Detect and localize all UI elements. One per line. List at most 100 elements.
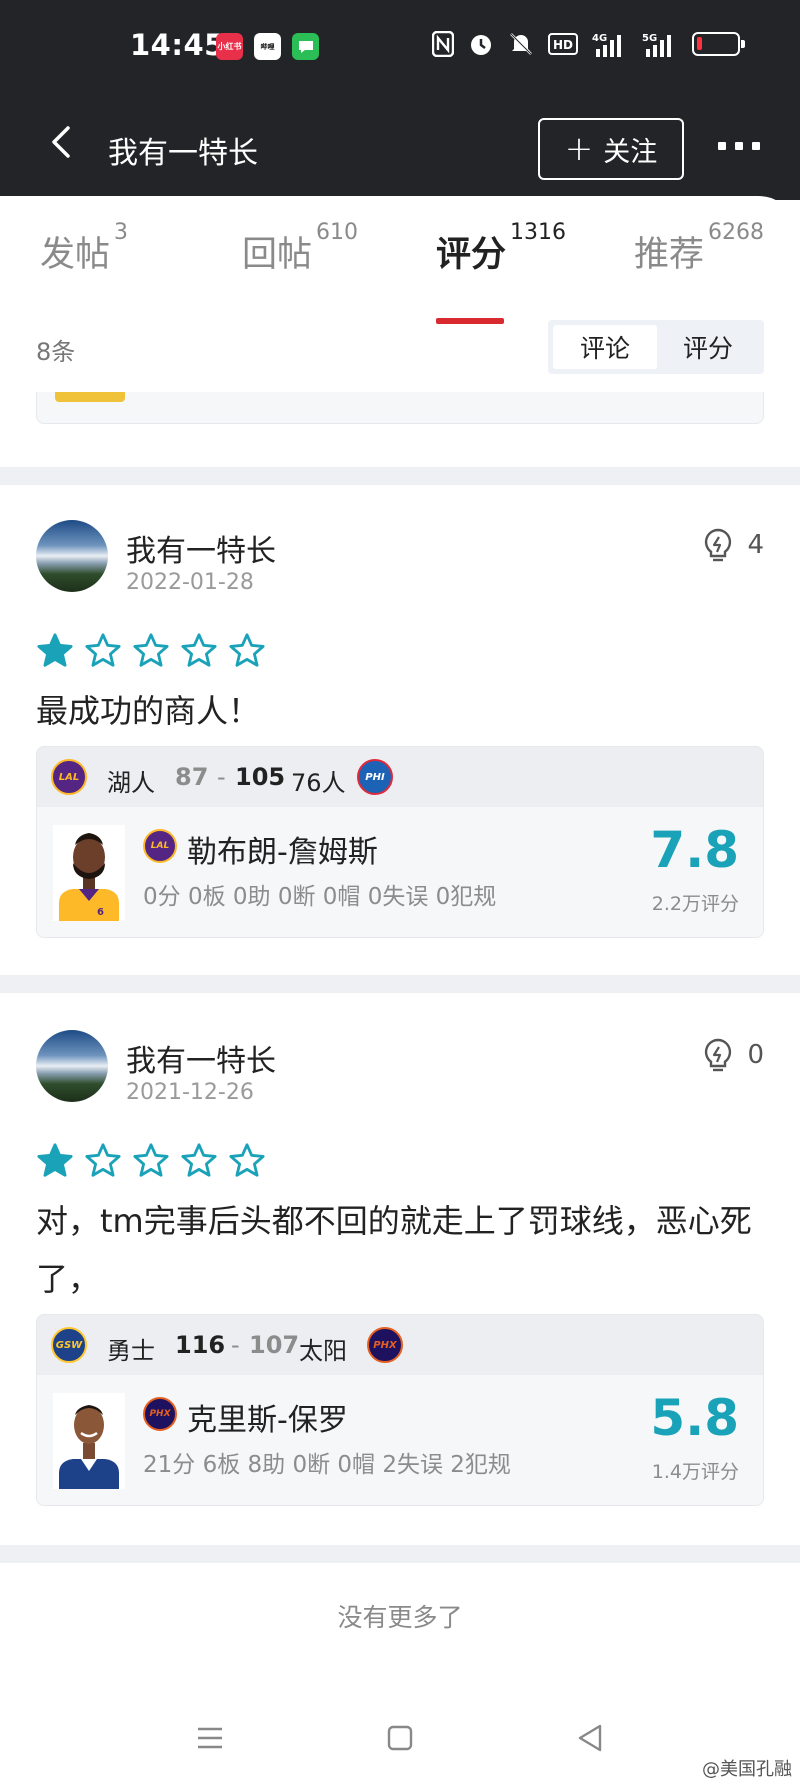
tab-label: 评分 xyxy=(436,235,507,275)
svg-text:6: 6 xyxy=(97,907,104,918)
tab-label: 回帖 xyxy=(242,235,313,275)
rating-count: 2.2万评分 xyxy=(651,893,739,915)
back-triangle-icon[interactable] xyxy=(570,1718,610,1758)
signal-5g-icon: 5G xyxy=(642,30,678,58)
star-empty-icon xyxy=(181,633,217,667)
lakers-logo-icon: LAL xyxy=(143,829,177,863)
away-team: 太阳 xyxy=(299,1337,347,1365)
rating-post: 我有一特长 2022-01-28 4 最成功的商人！ LAL 湖人 87 - 1… xyxy=(0,520,800,980)
post-text: 对，tm完事后头都不回的就走上了罚球线，恶心死了， xyxy=(36,1202,752,1298)
warriors-logo-icon: GSW xyxy=(51,1327,87,1363)
star-empty-icon xyxy=(181,1143,217,1177)
svg-text:4G: 4G xyxy=(592,33,607,44)
tab-count: 1316 xyxy=(510,220,567,245)
like-count: 4 xyxy=(747,530,764,560)
star-empty-icon xyxy=(85,1143,121,1177)
battery-level xyxy=(697,37,702,50)
home-score: 116 xyxy=(175,1331,226,1359)
segment-comment[interactable]: 评论 xyxy=(553,325,657,369)
svg-text:5G: 5G xyxy=(642,33,657,44)
tab-label: 发帖 xyxy=(40,235,111,275)
player-photo: 6 xyxy=(53,825,125,921)
star-rating xyxy=(36,1142,266,1180)
profile-tabs: 发帖3 回帖610 评分1316 推荐6268 xyxy=(0,220,800,324)
app-header: 我有一特长 + 关注 xyxy=(0,100,800,200)
notif-message-icon xyxy=(292,33,319,60)
sixers-logo-icon: PHI xyxy=(357,759,393,795)
section-divider xyxy=(0,975,800,993)
status-bar: 14:45 小红书 哔哩 HD 4G 5G xyxy=(0,22,800,70)
system-nav-bar xyxy=(0,1700,800,1780)
tab-ratings[interactable]: 评分1316 xyxy=(436,220,566,277)
post-username[interactable]: 我有一特长 xyxy=(126,526,276,570)
star-filled-icon xyxy=(37,1143,73,1177)
home-square-icon[interactable] xyxy=(380,1718,420,1758)
away-team: 76人 xyxy=(291,769,346,797)
rating-count: 1.4万评分 xyxy=(651,1461,739,1483)
section-divider xyxy=(0,467,800,485)
tab-recommend[interactable]: 推荐6268 xyxy=(634,220,764,277)
lakers-logo-icon: LAL xyxy=(51,759,87,795)
game-score-row: LAL 湖人 87 - 105 76人 PHI xyxy=(37,747,763,807)
post-username[interactable]: 我有一特长 xyxy=(126,1036,276,1080)
no-more-label: 没有更多了 xyxy=(337,1603,463,1632)
item-count: 8条 xyxy=(36,338,76,366)
svg-text:HD: HD xyxy=(553,38,573,52)
page-title: 我有一特长 xyxy=(108,136,258,171)
suns-logo-icon: PHX xyxy=(143,1397,177,1431)
tab-posts[interactable]: 发帖3 xyxy=(40,220,128,277)
star-empty-icon xyxy=(133,1143,169,1177)
avatar[interactable] xyxy=(36,1030,108,1102)
segment-rating[interactable]: 评分 xyxy=(656,325,760,369)
star-empty-icon xyxy=(229,633,265,667)
tab-replies[interactable]: 回帖610 xyxy=(242,220,358,277)
alarm-icon xyxy=(468,30,494,58)
mute-icon xyxy=(508,30,534,58)
player-rating: 5.8 xyxy=(650,1389,739,1447)
player-rating: 7.8 xyxy=(650,821,739,879)
player-stats: 0分 0板 0助 0断 0帽 0失误 0犯规 xyxy=(143,884,497,910)
follow-button[interactable]: + 关注 xyxy=(538,118,684,180)
tab-count: 6268 xyxy=(708,220,765,245)
star-empty-icon xyxy=(85,633,121,667)
star-empty-icon xyxy=(133,633,169,667)
tab-count: 3 xyxy=(114,220,129,245)
tab-label: 推荐 xyxy=(634,235,705,275)
notif-app-icon: 小红书 xyxy=(216,33,243,60)
back-arrow-icon[interactable] xyxy=(44,124,80,160)
like-button[interactable]: 4 xyxy=(703,528,764,562)
nfc-icon xyxy=(432,30,454,58)
game-rating-card[interactable]: LAL 湖人 87 - 105 76人 PHI 6 LAL 勒布朗-詹姆斯 0分… xyxy=(36,746,764,938)
rating-post: 我有一特长 2021-12-26 0 对，tm完事后头都不回的就走上了罚球线，恶… xyxy=(0,1030,800,1550)
player-stats: 21分 6板 8助 0断 0帽 2失误 2犯规 xyxy=(143,1452,511,1478)
post-text: 最成功的商人！ xyxy=(36,692,261,730)
post-date: 2021-12-26 xyxy=(126,1080,254,1105)
game-rating-card[interactable]: GSW 勇士 116 - 107 太阳 PHX PHX 克里斯-保罗 21分 6… xyxy=(36,1314,764,1506)
lightbulb-icon xyxy=(705,528,732,562)
player-name: 勒布朗-詹姆斯 xyxy=(187,835,378,870)
suns-logo-icon: PHX xyxy=(367,1327,403,1363)
lightbulb-icon xyxy=(705,1038,732,1072)
player-rating-row: PHX 克里斯-保罗 21分 6板 8助 0断 0帽 2失误 2犯规 5.8 1… xyxy=(37,1375,763,1505)
profile-ratings-page: 14:45 小红书 哔哩 HD 4G 5G 我有一特长 + 关注 发帖3 回帖6… xyxy=(0,0,800,1787)
like-button[interactable]: 0 xyxy=(703,1038,764,1072)
status-time: 14:45 xyxy=(130,28,225,62)
like-count: 0 xyxy=(747,1040,764,1070)
menu-icon[interactable] xyxy=(190,1718,230,1758)
player-photo xyxy=(53,1393,125,1489)
previous-game-card-partial xyxy=(36,392,764,424)
notif-app-icon: 哔哩 xyxy=(254,33,281,60)
watermark-text: @美国孔融 xyxy=(702,1759,792,1780)
hd-icon: HD xyxy=(548,30,578,58)
signal-4g-icon: 4G xyxy=(592,30,628,58)
more-options-icon[interactable] xyxy=(718,142,760,150)
list-toolbar: 8条 评论 评分 xyxy=(0,316,800,376)
star-filled-icon xyxy=(37,633,73,667)
follow-label: 关注 xyxy=(603,136,658,168)
segment-control: 评论 评分 xyxy=(548,320,764,374)
avatar[interactable] xyxy=(36,520,108,592)
player-name: 克里斯-保罗 xyxy=(187,1403,348,1438)
away-score: 105 xyxy=(235,763,286,791)
tab-count: 610 xyxy=(316,220,359,245)
post-date: 2022-01-28 xyxy=(126,570,254,595)
